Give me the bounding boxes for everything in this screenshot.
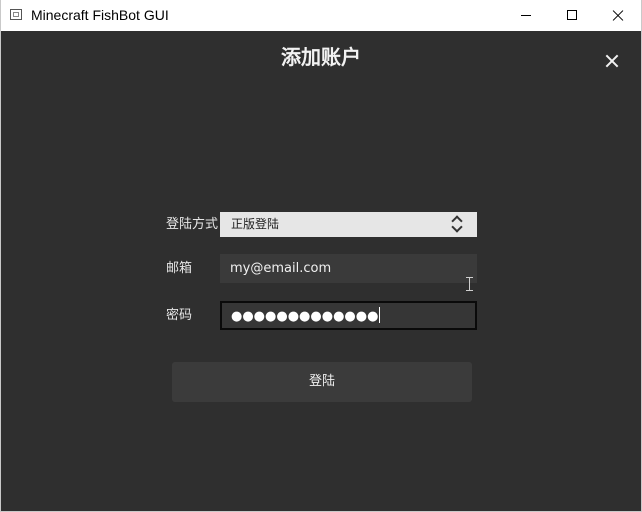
login-method-value: 正版登陆 [231, 217, 280, 231]
password-masked-text: ●●●●●●●●●●●●● [231, 309, 379, 324]
chevron-updown-icon [451, 215, 463, 234]
app-window: Minecraft FishBot GUI 添加账户 登陆方式 正版登陆 邮箱 … [0, 0, 642, 512]
window-title: Minecraft FishBot GUI [31, 7, 169, 23]
close-icon[interactable] [605, 54, 619, 68]
text-caret [379, 307, 381, 323]
login-button[interactable]: 登陆 [172, 362, 472, 402]
minimize-button[interactable] [503, 0, 549, 31]
password-label: 密码 [166, 308, 193, 323]
app-icon [10, 9, 22, 20]
maximize-button[interactable] [549, 0, 595, 31]
text-cursor-icon [466, 277, 473, 291]
email-label: 邮箱 [166, 261, 193, 276]
title-bar[interactable]: Minecraft FishBot GUI [1, 0, 641, 31]
dialog-title: 添加账户 [281, 45, 361, 69]
close-window-button[interactable] [595, 0, 641, 31]
login-method-label: 登陆方式 [166, 217, 219, 232]
email-value: my@email.com [230, 261, 332, 276]
login-method-select[interactable]: 正版登陆 [220, 212, 477, 237]
email-field[interactable]: my@email.com [220, 254, 477, 283]
password-field[interactable]: ●●●●●●●●●●●●● [220, 301, 477, 330]
password-value: ●●●●●●●●●●●●● [231, 307, 381, 325]
